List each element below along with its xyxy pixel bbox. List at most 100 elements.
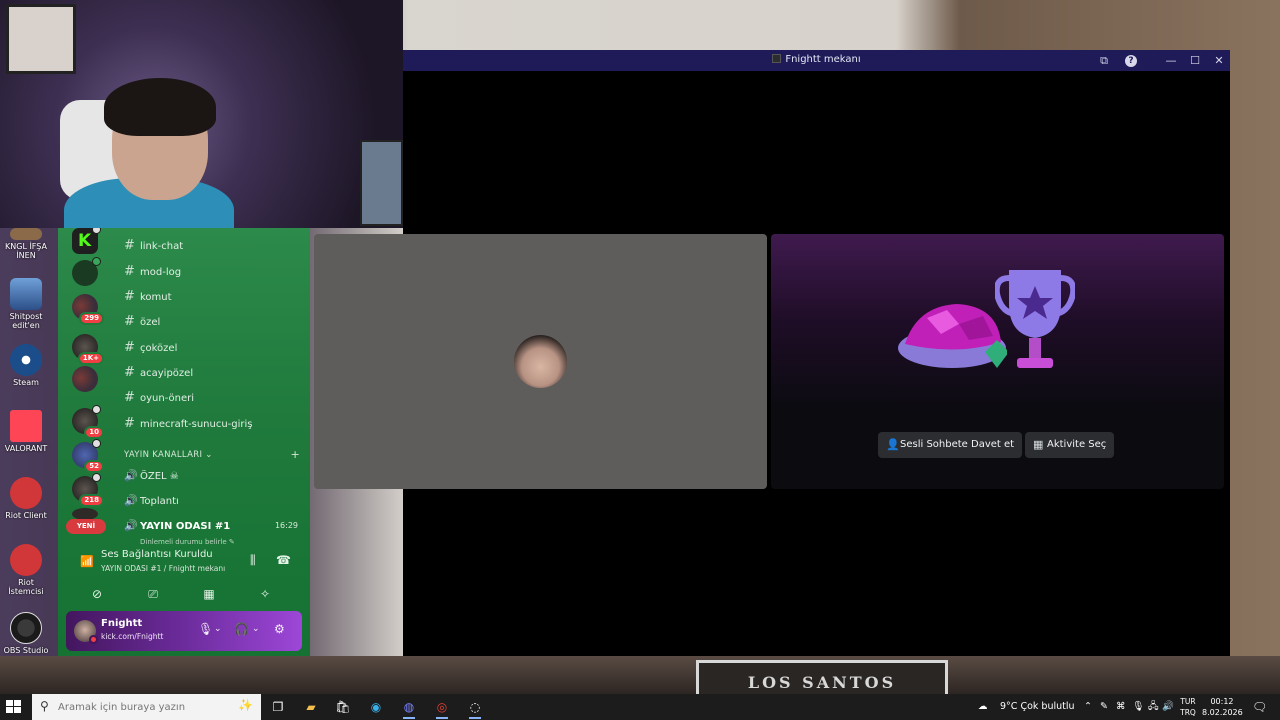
turtle-shell-icon xyxy=(898,304,1007,368)
close-icon[interactable]: ✕ xyxy=(1211,53,1227,69)
hashtag-icon: # xyxy=(124,289,135,304)
chevron-down-icon[interactable]: ⌄ xyxy=(252,624,260,634)
chrome-icon[interactable]: ◎ xyxy=(430,697,454,719)
weather-icon[interactable]: ☁ xyxy=(978,694,988,720)
minimize-icon[interactable]: — xyxy=(1163,53,1179,69)
noise-suppression-icon[interactable]: ⫼ xyxy=(250,553,256,568)
mention-badge: 1K+ xyxy=(77,352,104,365)
gear-icon[interactable]: ⚙ xyxy=(274,622,285,636)
hashtag-icon: # xyxy=(124,238,135,253)
invite-voice-button[interactable]: 👤 Sesli Sohbete Davet et xyxy=(878,432,1023,458)
channel-oyun-oneri[interactable]: # oyun-öneri xyxy=(124,388,304,408)
discord-taskbar-icon[interactable]: ◍ xyxy=(397,697,421,719)
disconnect-icon[interactable]: ☎ xyxy=(276,553,291,567)
channel-label: Toplantı xyxy=(140,496,179,507)
new-unreads-pill[interactable]: YENİ xyxy=(66,519,106,534)
riot-icon xyxy=(10,477,42,509)
store-icon[interactable]: 🛍 xyxy=(331,697,355,717)
server-icon[interactable]: 218 xyxy=(72,473,104,507)
server-icon[interactable]: 52 xyxy=(72,439,104,473)
server-icon[interactable]: 1K+ xyxy=(72,334,104,365)
server-rail: K 299 1K+ 10 52 218 YENİ xyxy=(58,228,114,548)
screen-share-icon[interactable]: ⎚ xyxy=(128,583,178,605)
hashtag-icon: # xyxy=(124,340,135,355)
soundboard-icon[interactable]: ✧ xyxy=(240,583,290,605)
network-icon[interactable]: 🖧 xyxy=(1148,694,1159,720)
channel-ozel[interactable]: # özel xyxy=(124,312,304,332)
participant-avatar xyxy=(514,335,567,388)
desktop-icon-steam[interactable]: Steam xyxy=(0,344,52,387)
username[interactable]: Fnightt xyxy=(101,618,142,629)
connection-status[interactable]: Ses Bağlantısı Kuruldu xyxy=(101,549,213,560)
channel-mod-log[interactable]: # mod-log xyxy=(124,262,304,282)
participant-tile[interactable] xyxy=(314,234,767,489)
picture-in-picture-icon[interactable]: ⧉ xyxy=(1096,53,1112,69)
mic-tray-icon[interactable]: 🎙 xyxy=(1132,694,1144,720)
edge-icon[interactable]: ◉ xyxy=(364,697,388,717)
category-yayin-kanallari[interactable]: YAYIN KANALLARI ⌄ + xyxy=(124,448,304,464)
voice-channel-toplanti[interactable]: 🔊 Toplantı xyxy=(124,491,304,511)
voice-channel-ozel[interactable]: 🔊 ÖZEL ☠ xyxy=(124,466,304,486)
channel-link-chat[interactable]: # link-chat xyxy=(124,236,304,256)
task-view-icon[interactable]: ❐ xyxy=(266,697,290,717)
chevron-up-icon[interactable]: ⌃ xyxy=(1084,694,1092,720)
channel-acayipozel[interactable]: # acayipözel xyxy=(124,363,304,383)
speaker-icon: 🔊 xyxy=(124,494,138,507)
taskbar-clock[interactable]: 00:12 8.02.2026 xyxy=(1202,696,1243,718)
channel-cokozel[interactable]: # çoközel xyxy=(124,338,304,358)
desktop-icon-shitpost[interactable]: Shitpost edit'en xyxy=(0,278,52,330)
voice-call-window: Fnightt mekanı ⧉ ? — ☐ ✕ 👤 Sesli Sohbete … xyxy=(314,50,1230,656)
channel-minecraft[interactable]: # minecraft-sunucu-giriş xyxy=(124,414,304,434)
window-titlebar[interactable]: Fnightt mekanı ⧉ ? — ☐ ✕ xyxy=(403,50,1230,71)
voice-connection-panel: 📶 Ses Bağlantısı Kuruldu YAYIN ODASI #1 … xyxy=(66,543,306,607)
taskbar-search[interactable]: ⚲ ✨ xyxy=(32,694,261,720)
camera-off-icon[interactable]: ⊘ xyxy=(72,583,122,605)
desktop-icon-kngl[interactable]: KNGL İFŞA İNEN xyxy=(0,228,52,260)
microphone-icon[interactable]: 🎙 xyxy=(198,622,213,636)
server-icon[interactable]: 10 xyxy=(72,405,104,439)
notification-pip xyxy=(92,439,101,448)
server-kick-icon[interactable]: K xyxy=(72,228,101,254)
headphones-icon[interactable]: 🎧 xyxy=(234,622,249,636)
input-language[interactable]: TUR TRQ xyxy=(1177,696,1199,718)
maximize-icon[interactable]: ☐ xyxy=(1187,53,1203,69)
server-icon[interactable]: 299 xyxy=(72,294,104,325)
volume-icon[interactable]: 🔊 xyxy=(1162,694,1174,720)
voice-channel-yayin-odasi[interactable]: 🔊 YAYIN ODASI #1 16:29 xyxy=(118,516,304,536)
category-label: YAYIN KANALLARI xyxy=(124,450,203,460)
notification-icon[interactable]: 🗨 xyxy=(1252,694,1267,720)
window-title-text: Fnightt mekanı xyxy=(785,54,861,65)
chevron-down-icon: ⌄ xyxy=(205,450,213,460)
choose-activity-button[interactable]: ▦ Aktivite Seç xyxy=(1025,432,1115,458)
channel-komut[interactable]: # komut xyxy=(124,287,304,307)
user-avatar[interactable] xyxy=(74,620,98,644)
speaker-icon: 🔊 xyxy=(124,469,138,482)
valorant-icon xyxy=(10,410,42,442)
hashtag-icon: # xyxy=(124,416,135,431)
server-icon[interactable] xyxy=(72,366,98,392)
shirt-text: LOS SANTOS xyxy=(747,673,897,692)
desktop-icon-riot-client[interactable]: Riot Client xyxy=(0,477,52,520)
desktop-icon-riot-istemcisi[interactable]: Riot İstemcisi xyxy=(0,544,52,596)
server-icon[interactable] xyxy=(72,257,101,286)
connection-location[interactable]: YAYIN ODASI #1 / Fnightt mekanı xyxy=(101,564,225,573)
help-icon[interactable]: ? xyxy=(1125,55,1137,67)
tray-app-icon[interactable]: ⌘ xyxy=(1116,694,1126,720)
chevron-down-icon[interactable]: ⌄ xyxy=(214,624,222,634)
weather-text[interactable]: 9°C Çok bulutlu xyxy=(1000,694,1075,720)
hashtag-icon: # xyxy=(124,264,135,279)
discord-app-icon xyxy=(772,54,782,63)
pen-icon[interactable]: ✎ xyxy=(1100,694,1108,720)
mention-badge: 299 xyxy=(79,312,104,325)
obs-taskbar-icon[interactable]: ◌ xyxy=(463,697,487,719)
search-input[interactable] xyxy=(58,699,228,715)
desktop-icon-valorant[interactable]: VALORANT xyxy=(0,410,52,453)
file-explorer-icon[interactable]: ▰ xyxy=(299,697,323,717)
desktop-icon-obs[interactable]: OBS Studio xyxy=(0,612,52,655)
desktop-icon-label: Steam xyxy=(13,378,39,387)
activity-icon[interactable]: ▦ xyxy=(184,583,234,605)
mention-badge: 218 xyxy=(79,494,104,507)
add-channel-icon[interactable]: + xyxy=(290,448,300,461)
windows-start-icon[interactable] xyxy=(6,700,22,714)
live-pip xyxy=(92,257,101,266)
